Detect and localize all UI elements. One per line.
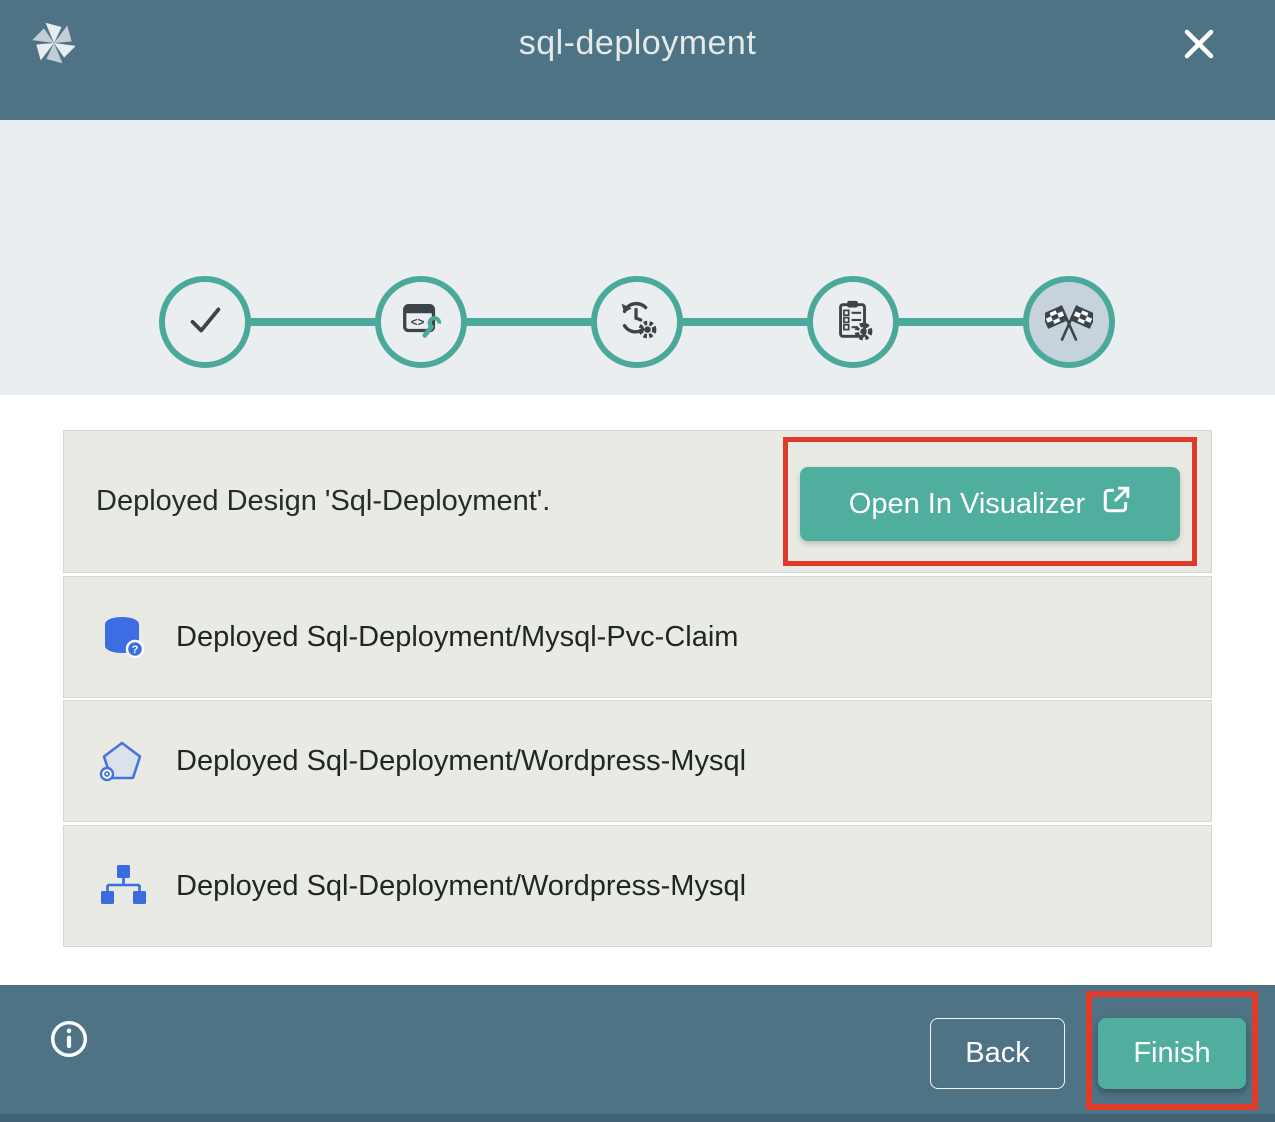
check-icon xyxy=(182,297,228,348)
result-row-wordpress-mysql-1: Deployed Sql-Deployment/Wordpress-Mysql xyxy=(63,700,1212,822)
close-icon xyxy=(1175,56,1223,71)
modal-bottom-edge xyxy=(0,1114,1275,1122)
code-wrench-icon: <> xyxy=(398,297,444,348)
history-gear-icon xyxy=(614,297,660,348)
step-circle-finalize-deployment xyxy=(807,276,899,368)
clipboard-gear-icon xyxy=(830,297,876,348)
modal-header: sql-deployment xyxy=(0,0,1275,120)
open-in-visualizer-label: Open In Visualizer xyxy=(849,488,1085,521)
result-row-text: Deployed Sql-Deployment/Wordpress-Mysql xyxy=(176,745,746,778)
database-icon: ? xyxy=(98,613,146,661)
deployment-summary-text: Deployed Design 'Sql-Deployment'. xyxy=(96,485,550,518)
result-row-text: Deployed Sql-Deployment/Wordpress-Mysql xyxy=(176,870,746,903)
result-row-text: Deployed Sql-Deployment/Mysql-Pvc-Claim xyxy=(176,621,738,654)
info-icon xyxy=(46,1050,92,1065)
step-circle-identify-environments: <> xyxy=(375,276,467,368)
back-button[interactable]: Back xyxy=(930,1018,1065,1089)
deployment-wizard-modal: sql-deployment Validate Design xyxy=(0,0,1275,1122)
finish-button[interactable]: Finish xyxy=(1098,1018,1246,1089)
checkered-flags-icon xyxy=(1045,296,1093,349)
external-link-icon xyxy=(1101,485,1131,523)
open-in-visualizer-button[interactable]: Open In Visualizer xyxy=(800,467,1180,541)
step-circle-finish xyxy=(1023,276,1115,368)
results-panel: Deployed Design 'Sql-Deployment'. Open I… xyxy=(0,395,1275,985)
wizard-stepper: Validate Design <> Identify Environments xyxy=(0,120,1275,395)
step-circle-validate-design xyxy=(159,276,251,368)
step-circle-dry-run xyxy=(591,276,683,368)
svg-text:<>: <> xyxy=(411,316,425,328)
result-row-wordpress-mysql-2: Deployed Sql-Deployment/Wordpress-Mysql xyxy=(63,825,1212,947)
hierarchy-icon xyxy=(98,862,146,910)
modal-title: sql-deployment xyxy=(0,0,1275,86)
svg-text:?: ? xyxy=(132,644,139,656)
pentagon-icon xyxy=(98,737,146,785)
info-button[interactable] xyxy=(46,1016,92,1062)
modal-footer: Back Finish xyxy=(0,985,1275,1122)
result-row-mysql-pvc-claim: ? Deployed Sql-Deployment/Mysql-Pvc-Clai… xyxy=(63,576,1212,698)
close-button[interactable] xyxy=(1171,16,1227,72)
